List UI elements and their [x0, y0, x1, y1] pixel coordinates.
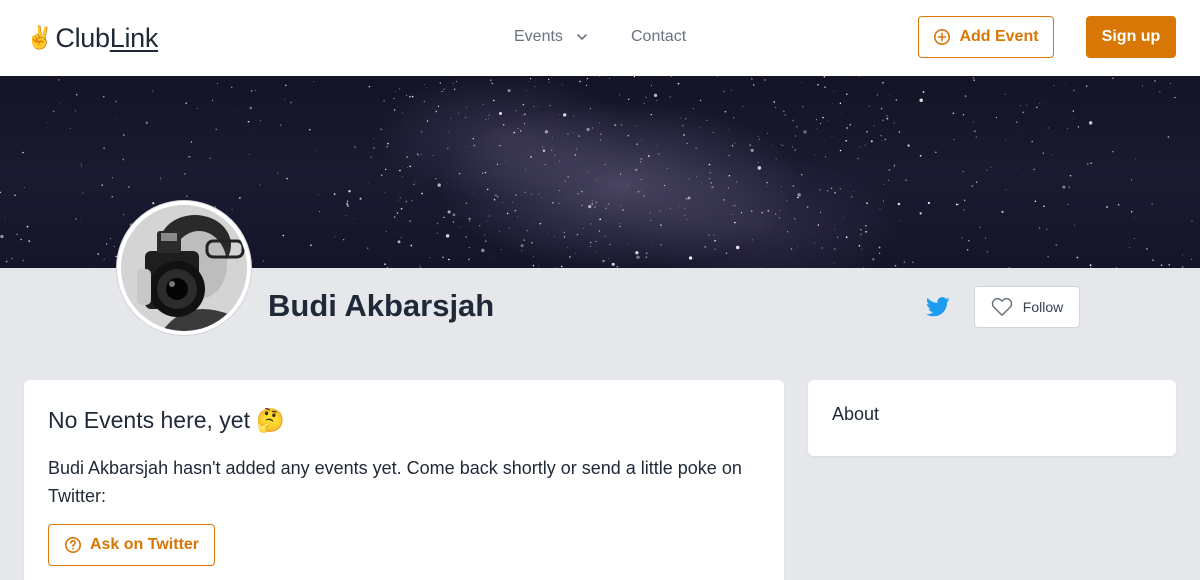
- logo-text-link: Link: [109, 22, 159, 53]
- profile-avatar: [116, 200, 252, 336]
- ask-on-twitter-label: Ask on Twitter: [89, 536, 200, 553]
- logo-text-club: Club: [55, 22, 110, 53]
- ask-on-twitter-button[interactable]: Ask on Twitter: [48, 524, 215, 566]
- plus-circle-icon: [934, 28, 951, 46]
- chevron-down-icon: [577, 34, 587, 40]
- about-card: About: [808, 380, 1176, 456]
- nav-contact-label: Contact: [631, 28, 687, 45]
- about-card-title: About: [832, 404, 880, 424]
- photographer-with-camera-image: [121, 205, 247, 331]
- heart-outline-icon: [991, 297, 1012, 316]
- sign-up-label: Sign up: [1101, 28, 1161, 45]
- events-card: No Events here, yet 🤔 Budi Akbarsjah has…: [24, 380, 784, 580]
- nav-contact-link[interactable]: Contact: [631, 26, 686, 48]
- events-card-message: Budi Akbarsjah hasn't added any events y…: [48, 458, 742, 506]
- twitter-profile-link[interactable]: [926, 296, 950, 318]
- profile-name: Budi Akbarsjah: [268, 288, 495, 323]
- follow-label: Follow: [1022, 299, 1064, 315]
- logo-wordmark: ClubLink: [55, 23, 158, 54]
- question-circle-icon: [64, 536, 81, 554]
- add-event-label: Add Event: [959, 28, 1039, 45]
- sign-up-button[interactable]: Sign up: [1086, 16, 1176, 58]
- victory-hand-icon: ✌️: [26, 25, 54, 50]
- top-navbar: ✌️ ClubLink Events Contact Add Event Sig…: [0, 0, 1200, 76]
- twitter-bird-icon: [926, 297, 950, 317]
- nav-events-dropdown[interactable]: Events: [514, 26, 589, 48]
- avatar-photo: [121, 205, 247, 331]
- add-event-button[interactable]: Add Event: [918, 16, 1054, 58]
- nav-events-label: Events: [514, 28, 563, 45]
- follow-button[interactable]: Follow: [974, 286, 1080, 328]
- clublink-logo[interactable]: ✌️ ClubLink: [26, 20, 158, 56]
- events-card-title: No Events here, yet 🤔: [48, 407, 286, 433]
